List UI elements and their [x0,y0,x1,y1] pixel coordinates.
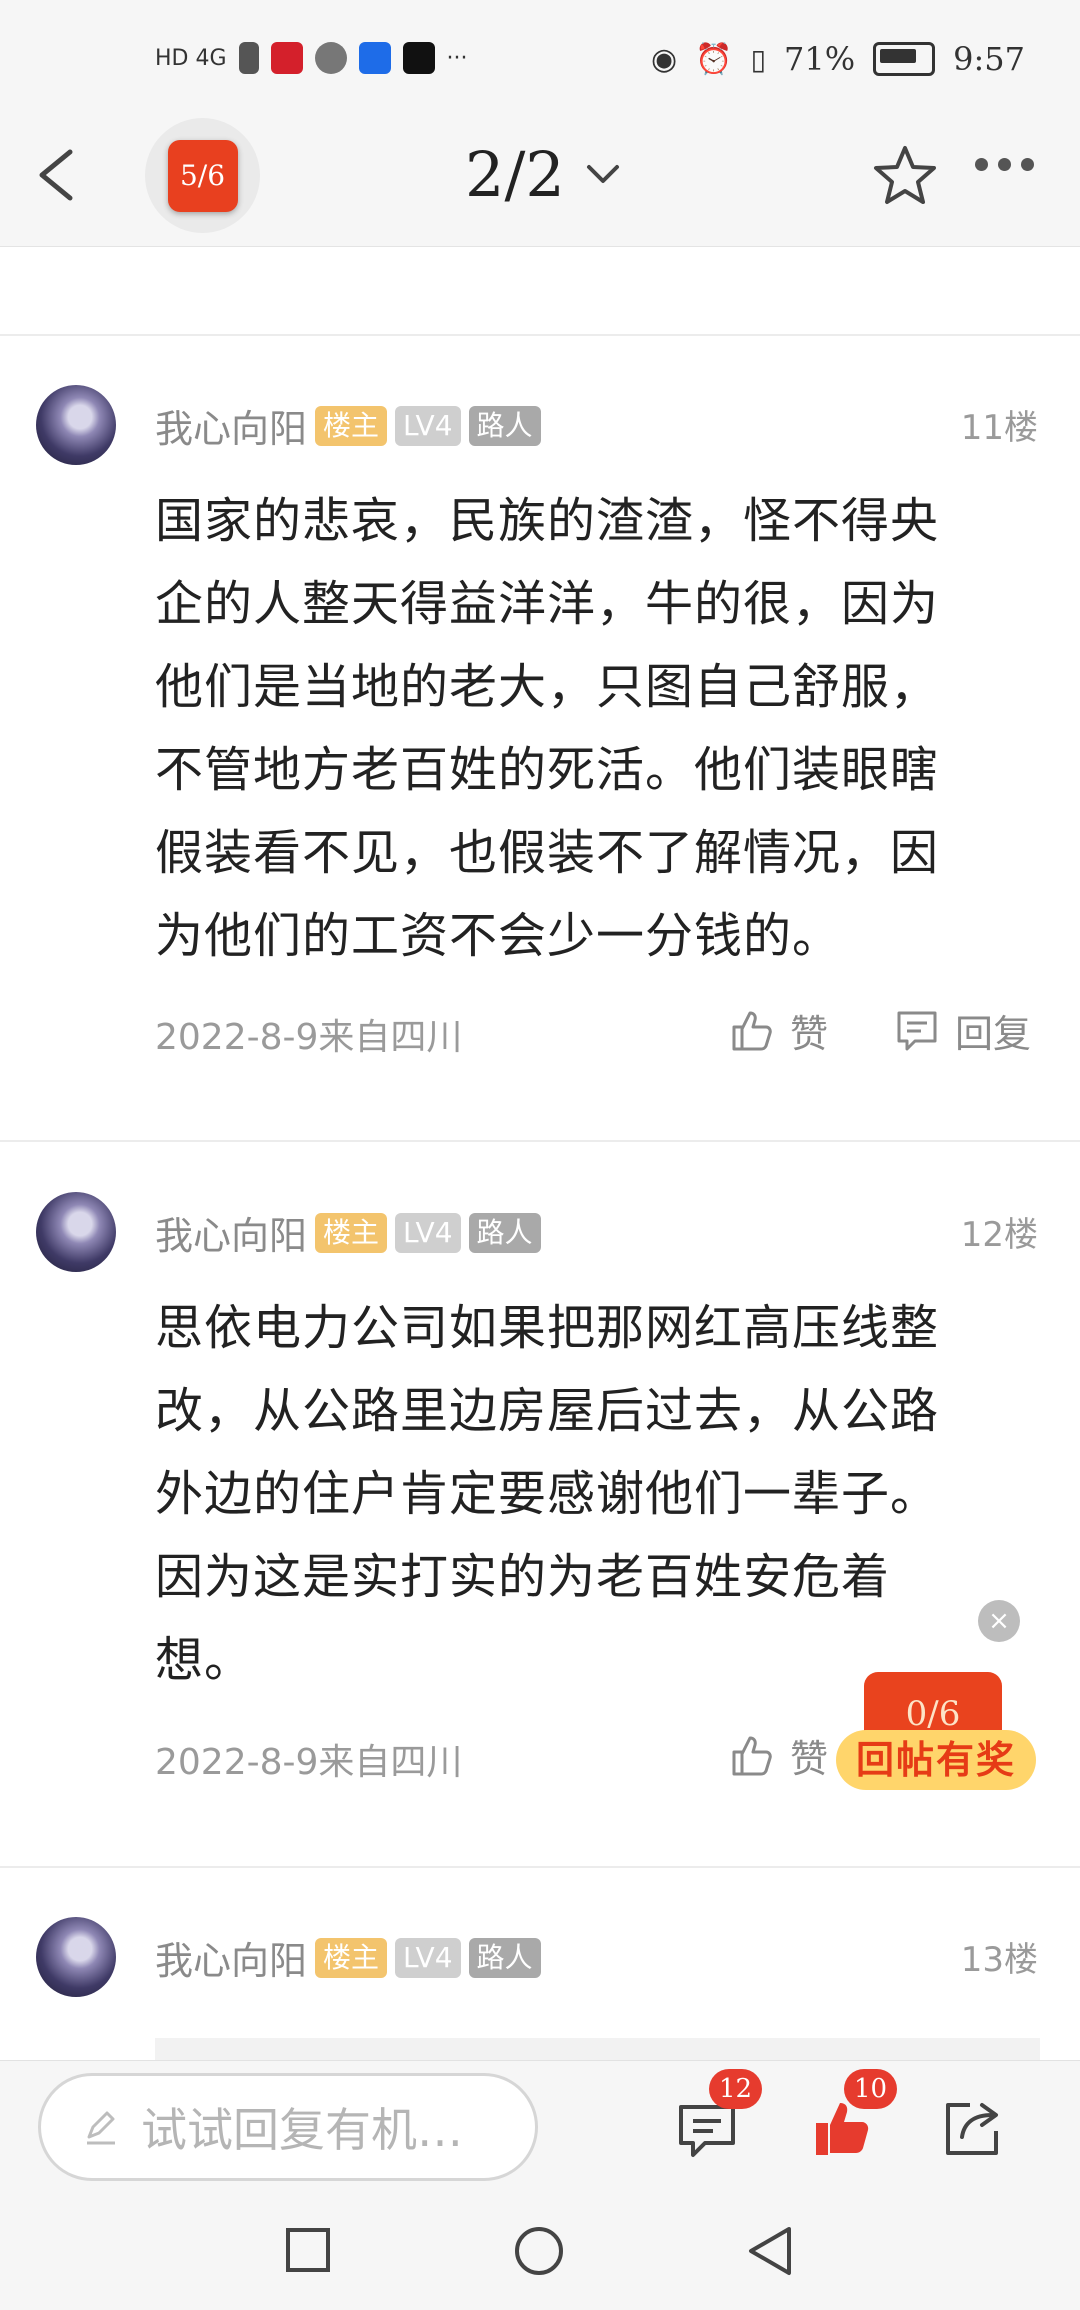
reply-reward-widget[interactable]: 0/6 回帖有奖 [836,1672,1036,1792]
close-icon[interactable]: × [978,1600,1020,1642]
username[interactable]: 我心向阳 [155,1205,307,1260]
hand-icon [314,42,347,74]
status-bar: HD 4G ··· ◉ ⏰ ▯ 71% 9:57 [0,0,1080,100]
username[interactable]: 我心向阳 [155,1930,307,1985]
back-nav-icon[interactable] [745,2225,795,2277]
content-line: 他们是当地的老大，只图自己舒服， [155,659,940,715]
role-tag: 路人 [468,1212,541,1253]
post-content: 思依电力公司如果把那网红高压线整 改，从公路里边房屋后过去，从公路 外边的住户肯… [155,1287,1025,1702]
owner-tag: 楼主 [315,1937,388,1978]
avatar[interactable] [36,385,116,465]
like-label: 赞 [790,1737,829,1781]
post-header: 我心向阳 楼主 LV4 路人 [155,1930,541,1985]
page-selector[interactable]: 2/2 [465,138,623,211]
content-line: 外边的住户肯定要感谢他们一辈子。 [155,1466,940,1522]
dot [998,158,1011,171]
pencil-icon [87,2111,115,2145]
dot [975,158,988,171]
role-tag: 路人 [468,405,541,446]
level-tag: LV4 [395,405,461,446]
star-icon [874,146,936,204]
comment-count-badge: 12 [709,2069,763,2109]
content-line: 假装看不见，也假装不了解情况，因 [155,825,940,881]
battery-percent: 71% [784,40,856,78]
content-line: 为他们的工资不会少一分钱的。 [155,908,842,964]
bottom-bar: 试试回复有机… 12 10 [0,2060,1080,2191]
avatar[interactable] [36,1192,116,1272]
system-nav-bar [0,2190,1080,2310]
avatar[interactable] [36,1917,116,1997]
reply-label: 回复 [955,1012,1032,1056]
share-button[interactable] [940,2097,1004,2161]
status-left-icons: HD 4G ··· [155,42,468,74]
content-line: 思依电力公司如果把那网红高压线整 [155,1300,940,1356]
post-meta: 2022-8-9来自四川 [155,1017,463,1058]
floor-number: 11楼 [960,408,1038,448]
vibrate-icon: ▯ [750,42,767,76]
floor-number: 13楼 [960,1940,1038,1980]
bulb-icon [358,42,391,74]
post-content: 国家的悲哀，民族的渣渣，怪不得央 企的人整天得益洋洋，牛的很，因为 他们是当地的… [155,480,1025,978]
thumbs-up-icon [732,1736,772,1775]
content-line: 国家的悲哀，民族的渣渣，怪不得央 [155,493,940,549]
owner-tag: 楼主 [315,405,388,446]
hourglass-icon [238,42,259,74]
clock: 9:57 [953,40,1025,78]
level-tag: LV4 [395,1937,461,1978]
battery-icon [873,42,936,76]
post-header: 我心向阳 楼主 LV4 路人 [155,1205,541,1260]
divider [0,334,1080,336]
top-nav: 5/6 2/2 [0,100,1080,247]
divider [0,1140,1080,1142]
reply-button[interactable]: 回复 [893,1003,1031,1058]
share-icon [946,2103,998,2155]
alarm-icon: ⏰ [695,41,733,77]
recents-icon[interactable] [285,2227,331,2273]
floor-number: 12楼 [960,1215,1038,1255]
chevron-left-icon [39,149,73,201]
more-notifications-icon: ··· [446,45,468,71]
like-button[interactable]: 赞 [728,1003,828,1058]
eye-icon: ◉ [651,41,678,77]
content-line: 不管地方老百姓的死活。他们装眼瞎 [155,742,940,798]
owner-tag: 楼主 [315,1212,388,1253]
page-indicator: 2/2 [465,138,565,211]
content-line: 企的人整天得益洋洋，牛的很，因为 [155,576,940,632]
favorite-button[interactable] [870,140,940,210]
forum-badge-count: 5/6 [167,139,238,212]
reply-input[interactable]: 试试回复有机… [38,2073,538,2181]
more-button[interactable] [975,158,1034,171]
reply-placeholder: 试试回复有机… [141,2103,463,2157]
content-line: 因为这是实打实的为老百姓安危着 [155,1549,891,1605]
like-button[interactable]: 赞 [728,1728,828,1783]
forum-badge[interactable]: 5/6 [145,118,260,233]
like-post-button[interactable]: 10 [810,2069,898,2161]
level-tag: LV4 [395,1212,461,1253]
comments-button[interactable]: 12 [675,2069,763,2161]
thumbs-up-icon [732,1011,772,1050]
back-button[interactable] [26,140,96,210]
role-tag: 路人 [468,1937,541,1978]
like-label: 赞 [790,1012,829,1056]
divider [0,1866,1080,1868]
status-right: ◉ ⏰ ▯ 71% 9:57 [651,40,1025,78]
tiktok-icon [402,42,435,74]
comment-icon [897,1011,937,1050]
dot [1021,158,1034,171]
network-label: HD 4G [155,45,227,71]
chevron-down-icon [586,164,619,183]
home-icon[interactable] [513,2225,565,2277]
reward-label: 回帖有奖 [836,1730,1036,1790]
content-line: 改，从公路里边房屋后过去，从公路 [155,1383,940,1439]
username[interactable]: 我心向阳 [155,398,307,453]
like-count-badge: 10 [844,2069,898,2109]
post-header: 我心向阳 楼主 LV4 路人 [155,398,541,453]
post-meta: 2022-8-9来自四川 [155,1742,463,1783]
app-notification-icon [270,42,303,74]
